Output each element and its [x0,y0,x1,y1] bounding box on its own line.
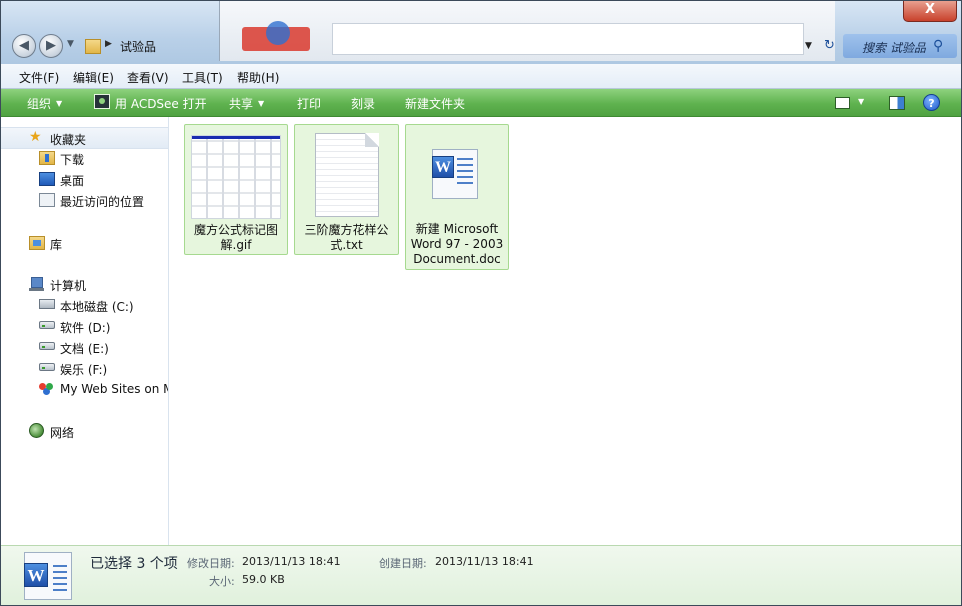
word-logo-icon: W [24,563,48,587]
file-item[interactable]: 魔方公式标记图 解.gif [184,124,288,255]
modified-date-value: 2013/11/13 18:41 [242,555,341,568]
file-name: 三阶魔方花样公 式.txt [304,223,389,252]
nav-drive-c-label: 本地磁盘 (C:) [60,300,134,314]
folder-icon [85,39,101,54]
change-view-icon[interactable] [835,97,850,109]
word-logo-icon: W [432,156,454,178]
nav-drive-c[interactable]: 本地磁盘 (C:) [1,295,168,315]
selection-word-document-icon: W [24,552,72,600]
open-with-acdsee-button[interactable]: 用 ACDSee 打开 [115,95,207,112]
nav-favorites[interactable]: ★ 收藏夹 [1,127,168,149]
search-icon[interactable]: ⚲ [933,38,943,54]
back-arrow-icon[interactable]: ◀ [12,34,36,58]
chevron-down-icon: ▼ [258,99,265,108]
address-dropdown-icon[interactable]: ▼ [805,41,812,51]
network-globe-icon [29,423,44,438]
menu-view[interactable]: 查看(V) [127,69,169,86]
title-bar: X ◀ ▶ ▼ ▶ 试验品 ▼ ↻ 搜索 试验品 ⚲ [1,1,961,64]
file-name: 魔方公式标记图 解.gif [193,223,278,252]
background-browser-window [219,1,835,61]
nav-recent-label: 最近访问的位置 [60,195,145,209]
search-placeholder[interactable]: 搜索 试验品 [862,39,926,56]
help-icon[interactable]: ? [923,94,940,111]
size-value: 59.0 KB [242,573,285,586]
nav-msn-label: My Web Sites on MSN [60,382,168,396]
nav-drive-e-label: 文档 (E:) [60,342,109,356]
background-search-bar [332,23,804,55]
nav-downloads-label: 下载 [60,153,85,167]
share-label: 共享 [229,97,254,111]
new-folder-button[interactable]: 新建文件夹 [405,95,465,112]
nav-computer[interactable]: 计算机 [1,274,168,294]
image-thumbnail [191,135,281,219]
breadcrumb-current[interactable]: 试验品 [120,38,156,55]
nav-drive-f-label: 娱乐 (F:) [60,363,108,377]
file-item[interactable]: 三阶魔方花样公 式.txt [294,124,399,255]
nav-computer-label: 计算机 [50,279,87,293]
explorer-window: X ◀ ▶ ▼ ▶ 试验品 ▼ ↻ 搜索 试验品 ⚲ 文件(F) 编辑(E) 查… [0,0,962,606]
desktop-icon [39,172,55,186]
close-button[interactable]: X [903,1,957,22]
downloads-folder-icon [39,151,55,165]
menu-edit[interactable]: 编辑(E) [73,69,114,86]
menu-tools[interactable]: 工具(T) [182,69,223,86]
file-item[interactable]: W 新建 Microsoft Word 97 - 2003 Document.d… [405,124,509,270]
msn-butterfly-icon [39,381,55,395]
acdsee-icon[interactable] [94,94,110,109]
nav-network[interactable]: 网络 [1,421,168,441]
background-logo-circle [266,21,290,45]
menu-file[interactable]: 文件(F) [19,69,59,86]
share-button[interactable]: 共享 ▼ [229,95,264,112]
created-date-label: 创建日期: [379,557,427,570]
nav-favorites-label: 收藏夹 [50,133,87,147]
breadcrumb-arrow-icon[interactable]: ▶ [105,39,112,49]
libraries-icon [29,236,45,250]
computer-icon [29,277,45,291]
hard-drive-icon [39,321,55,329]
organize-button[interactable]: 组织 ▼ [27,95,62,112]
preview-pane-icon[interactable] [889,96,905,110]
menu-help[interactable]: 帮助(H) [237,69,279,86]
size-label: 大小: [209,575,235,588]
view-options-dropdown-icon[interactable]: ▼ [858,97,864,106]
modified-date-label: 修改日期: [187,557,235,570]
print-button[interactable]: 打印 [297,95,321,112]
forward-arrow-icon[interactable]: ▶ [39,34,63,58]
nav-drive-f[interactable]: 娱乐 (F:) [1,358,168,378]
organize-label: 组织 [27,97,52,111]
word-document-icon: W [432,149,478,199]
nav-downloads[interactable]: 下载 [1,148,168,168]
nav-drive-e[interactable]: 文档 (E:) [1,337,168,357]
recent-pages-dropdown-icon[interactable]: ▼ [67,39,74,49]
text-file-icon [315,133,379,217]
recent-places-icon [39,193,55,207]
star-icon: ★ [29,129,42,145]
refresh-icon[interactable]: ↻ [824,38,835,53]
nav-recent-places[interactable]: 最近访问的位置 [1,190,168,210]
navigation-pane[interactable]: ★ 收藏夹 下载 桌面 最近访问的位置 库 计算机 本地磁盘 (C:) 软件 (… [1,117,169,545]
nav-network-label: 网络 [50,426,75,440]
details-pane: W 已选择 3 个项 修改日期: 2013/11/13 18:41 创建日期: … [1,545,961,605]
selection-count: 已选择 3 个项 [90,556,178,572]
document-lines-icon [457,158,473,188]
nav-drive-d-label: 软件 (D:) [60,321,111,335]
nav-desktop-label: 桌面 [60,174,85,188]
chevron-down-icon: ▼ [56,99,63,108]
nav-msn-web-sites[interactable]: My Web Sites on MSN [1,379,168,399]
nav-desktop[interactable]: 桌面 [1,169,168,189]
nav-libraries[interactable]: 库 [1,233,168,253]
nav-drive-d[interactable]: 软件 (D:) [1,316,168,336]
file-list-area[interactable]: 魔方公式标记图 解.gif 三阶魔方花样公 式.txt W 新建 Microso… [169,117,961,545]
command-bar: 组织 ▼ 用 ACDSee 打开 共享 ▼ 打印 刻录 新建文件夹 [1,89,961,117]
hard-drive-icon [39,342,55,350]
document-lines-icon [53,565,67,593]
hard-drive-icon [39,363,55,371]
nav-libraries-label: 库 [50,238,63,252]
burn-button[interactable]: 刻录 [351,95,375,112]
file-name: 新建 Microsoft Word 97 - 2003 Document.doc [410,222,504,266]
menu-bar: 文件(F) 编辑(E) 查看(V) 工具(T) 帮助(H) [1,64,961,89]
created-date-value: 2013/11/13 18:41 [435,555,534,568]
system-drive-icon [39,299,55,309]
